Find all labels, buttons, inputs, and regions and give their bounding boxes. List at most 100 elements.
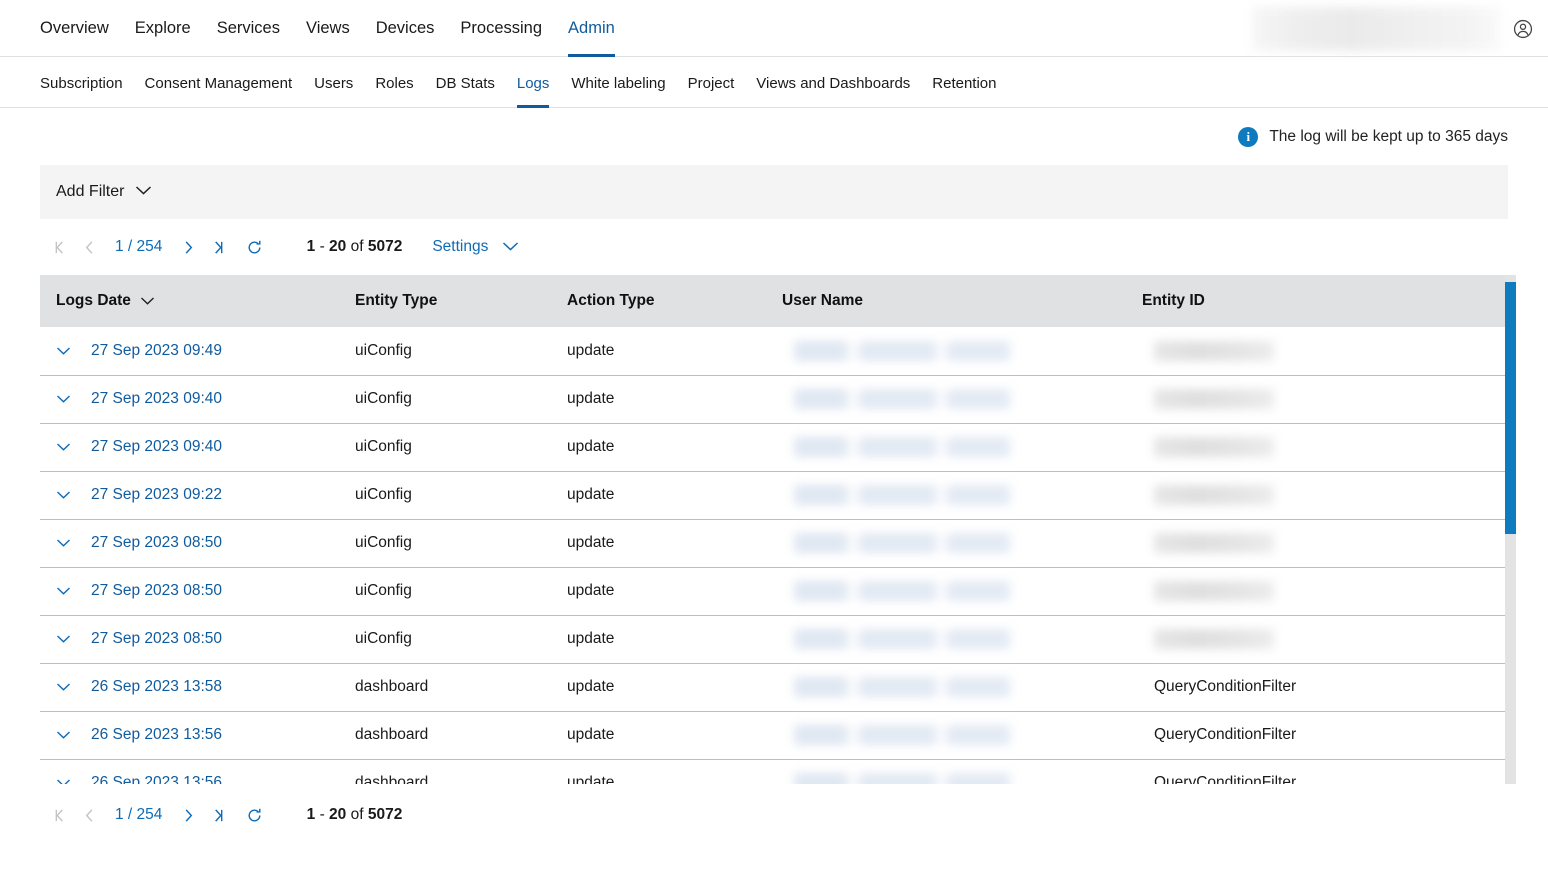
result-range: 1 - 20 of 5072 (289, 220, 402, 274)
range-start: 1 (307, 806, 316, 823)
account-circle-icon[interactable] (1512, 18, 1534, 40)
nav-item-processing[interactable]: Processing (460, 0, 542, 57)
refresh-icon[interactable] (239, 800, 269, 830)
subnav-item-views-and-dashboards[interactable]: Views and Dashboards (756, 57, 910, 108)
log-date-link[interactable]: 27 Sep 2023 09:22 (91, 486, 222, 504)
scrollbar-thumb[interactable] (1505, 282, 1516, 534)
row-expand-chevron-down-icon[interactable] (56, 682, 71, 692)
chevron-down-icon[interactable] (140, 296, 155, 306)
cell-action-type: update (567, 567, 782, 615)
column-header-label: User Name (782, 292, 863, 310)
page-indicator[interactable]: 1 / 254 (104, 806, 173, 824)
table-row[interactable]: 26 Sep 2023 13:56dashboardupdateQueryCon… (40, 759, 1508, 784)
cell-logs-date: 27 Sep 2023 09:49 (40, 327, 355, 375)
range-of-label: of (346, 806, 368, 823)
log-date-link[interactable]: 27 Sep 2023 09:49 (91, 342, 222, 360)
redacted-account-name (1252, 7, 1502, 51)
add-filter-label: Add Filter (56, 183, 124, 201)
cell-entity-type: uiConfig (355, 327, 567, 375)
subnav-item-users[interactable]: Users (314, 57, 353, 108)
redacted-user-name (794, 677, 1026, 697)
redacted-user-name (794, 389, 1026, 409)
row-expand-chevron-down-icon[interactable] (56, 634, 71, 644)
redacted-user-name (794, 485, 1026, 505)
log-date-link[interactable]: 27 Sep 2023 08:50 (91, 630, 222, 648)
subnav-item-roles[interactable]: Roles (375, 57, 413, 108)
log-date-link[interactable]: 27 Sep 2023 09:40 (91, 438, 222, 456)
subnav-item-retention[interactable]: Retention (932, 57, 996, 108)
nav-item-overview[interactable]: Overview (40, 0, 109, 57)
chevron-down-icon[interactable] (135, 183, 152, 201)
log-date-link[interactable]: 27 Sep 2023 08:50 (91, 534, 222, 552)
column-header-label: Entity ID (1142, 292, 1205, 310)
row-expand-chevron-down-icon[interactable] (56, 394, 71, 404)
nav-item-services[interactable]: Services (217, 0, 280, 57)
row-expand-chevron-down-icon[interactable] (56, 730, 71, 740)
log-date-link[interactable]: 27 Sep 2023 08:50 (91, 582, 222, 600)
column-header-logs-date[interactable]: Logs Date (40, 275, 355, 327)
page-indicator[interactable]: 1 / 254 (104, 238, 173, 256)
subnav-item-db-stats[interactable]: DB Stats (436, 57, 495, 108)
subnav-item-project[interactable]: Project (688, 57, 735, 108)
table-row[interactable]: 27 Sep 2023 08:50uiConfigupdate (40, 519, 1508, 567)
cell-user-name (782, 759, 1142, 784)
cell-entity-id (1142, 327, 1508, 375)
previous-page-icon[interactable] (74, 800, 104, 830)
redacted-user-name (794, 341, 1026, 361)
row-expand-chevron-down-icon[interactable] (56, 586, 71, 596)
subnav-item-subscription[interactable]: Subscription (40, 57, 123, 108)
last-page-icon[interactable] (203, 232, 233, 262)
row-expand-chevron-down-icon[interactable] (56, 538, 71, 548)
log-date-link[interactable]: 26 Sep 2023 13:58 (91, 678, 222, 696)
subnav-item-white-labeling[interactable]: White labeling (571, 57, 665, 108)
log-date-link[interactable]: 26 Sep 2023 13:56 (91, 726, 222, 744)
table-row[interactable]: 27 Sep 2023 09:22uiConfigupdate (40, 471, 1508, 519)
refresh-icon[interactable] (239, 232, 269, 262)
next-page-icon[interactable] (173, 800, 203, 830)
cell-entity-type: dashboard (355, 711, 567, 759)
cell-entity-id (1142, 423, 1508, 471)
vertical-scrollbar[interactable] (1505, 275, 1516, 784)
subnav-item-logs[interactable]: Logs (517, 57, 550, 108)
table-row[interactable]: 27 Sep 2023 08:50uiConfigupdate (40, 615, 1508, 663)
log-date-link[interactable]: 26 Sep 2023 13:56 (91, 774, 222, 784)
table-row[interactable]: 27 Sep 2023 08:50uiConfigupdate (40, 567, 1508, 615)
last-page-icon[interactable] (203, 800, 233, 830)
column-header-label: Action Type (567, 292, 655, 310)
next-page-icon[interactable] (173, 232, 203, 262)
previous-page-icon[interactable] (74, 232, 104, 262)
row-expand-chevron-down-icon[interactable] (56, 346, 71, 356)
table-row[interactable]: 26 Sep 2023 13:56dashboardupdateQueryCon… (40, 711, 1508, 759)
row-expand-chevron-down-icon[interactable] (56, 490, 71, 500)
nav-item-devices[interactable]: Devices (376, 0, 435, 57)
log-date-link[interactable]: 27 Sep 2023 09:40 (91, 390, 222, 408)
logs-table-head: Logs DateEntity TypeAction TypeUser Name… (40, 275, 1508, 327)
chevron-down-icon[interactable] (502, 239, 519, 256)
cell-entity-id (1142, 375, 1508, 423)
nav-item-admin[interactable]: Admin (568, 0, 615, 57)
row-expand-chevron-down-icon[interactable] (56, 442, 71, 452)
settings-button[interactable]: Settings (432, 238, 488, 256)
logs-table: Logs DateEntity TypeAction TypeUser Name… (40, 275, 1508, 784)
cell-logs-date: 27 Sep 2023 08:50 (40, 615, 355, 663)
subnav-item-consent-management[interactable]: Consent Management (145, 57, 293, 108)
cell-entity-type: uiConfig (355, 519, 567, 567)
cell-entity-type: dashboard (355, 663, 567, 711)
cell-user-name (782, 567, 1142, 615)
table-row[interactable]: 27 Sep 2023 09:49uiConfigupdate (40, 327, 1508, 375)
cell-action-type: update (567, 711, 782, 759)
row-expand-chevron-down-icon[interactable] (56, 778, 71, 784)
first-page-icon[interactable] (44, 232, 74, 262)
table-row[interactable]: 27 Sep 2023 09:40uiConfigupdate (40, 423, 1508, 471)
range-of-label: of (346, 238, 368, 255)
cell-action-type: update (567, 663, 782, 711)
redacted-user-name (794, 533, 1026, 553)
nav-item-explore[interactable]: Explore (135, 0, 191, 57)
cell-action-type: update (567, 375, 782, 423)
table-row[interactable]: 26 Sep 2023 13:58dashboardupdateQueryCon… (40, 663, 1508, 711)
first-page-icon[interactable] (44, 800, 74, 830)
nav-item-views[interactable]: Views (306, 0, 350, 57)
cell-logs-date: 27 Sep 2023 08:50 (40, 519, 355, 567)
cell-action-type: update (567, 759, 782, 784)
table-row[interactable]: 27 Sep 2023 09:40uiConfigupdate (40, 375, 1508, 423)
